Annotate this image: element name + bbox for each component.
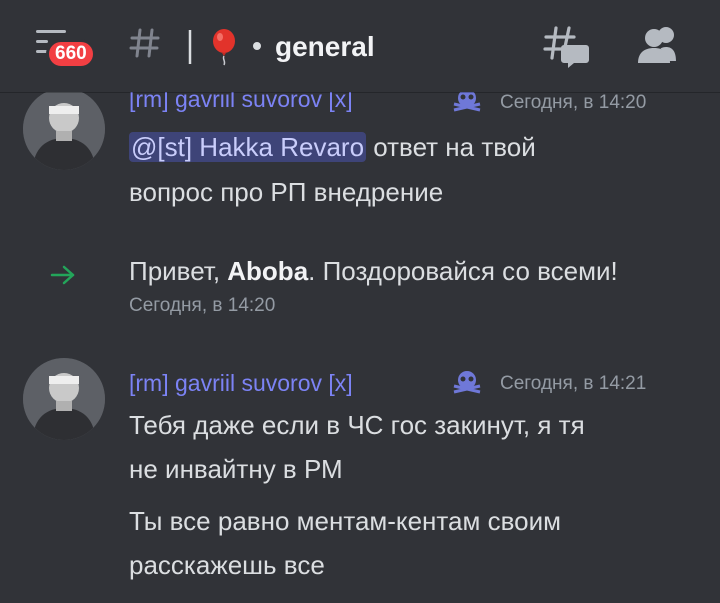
join-arrow-icon (50, 265, 75, 285)
message-text: вопрос про РП внедрение (129, 177, 444, 207)
system-message-text: Привет, Aboba. Поздоровайся со всеми! (129, 256, 618, 286)
message-text: Тебя даже если в ЧС гос закинут, я тя (129, 410, 585, 440)
user-mention[interactable]: @[st] Hakka Revaro (129, 132, 367, 162)
message-timestamp: Сегодня, в 14:20 (129, 295, 276, 316)
separator-dot (253, 42, 261, 50)
message-text: не инвайтну в РМ (129, 454, 343, 484)
avatar[interactable] (23, 88, 105, 170)
members-icon[interactable] (636, 25, 684, 65)
balloon-icon (213, 29, 235, 66)
threads-icon[interactable] (542, 25, 590, 69)
message-text: Ты все равно ментам-кентам своим (129, 506, 561, 536)
message-timestamp: Сегодня, в 14:21 (500, 373, 647, 394)
message-timestamp: Сегодня, в 14:20 (500, 92, 647, 113)
channel-title[interactable]: general (275, 27, 375, 67)
message-text: расскажешь все (129, 550, 325, 580)
joined-user-name[interactable]: Aboba (227, 256, 308, 286)
role-skull-icon (453, 371, 481, 394)
message-list[interactable]: [rm] gavriil suvorov [x] Сегодня, в 14:2… (0, 86, 720, 603)
channel-header: 660 general (0, 0, 720, 92)
avatar[interactable] (23, 358, 105, 440)
hash-icon (129, 28, 160, 58)
separator-icon (188, 30, 192, 64)
message-text: @[st] Hakka Revaro ответ на твой (129, 132, 536, 162)
chat-screen: 660 general [rm] gavriil suvorov [x] Сег… (0, 0, 720, 603)
notification-badge: 660 (46, 39, 96, 69)
message-author[interactable]: [rm] gavriil suvorov [x] (129, 370, 353, 397)
